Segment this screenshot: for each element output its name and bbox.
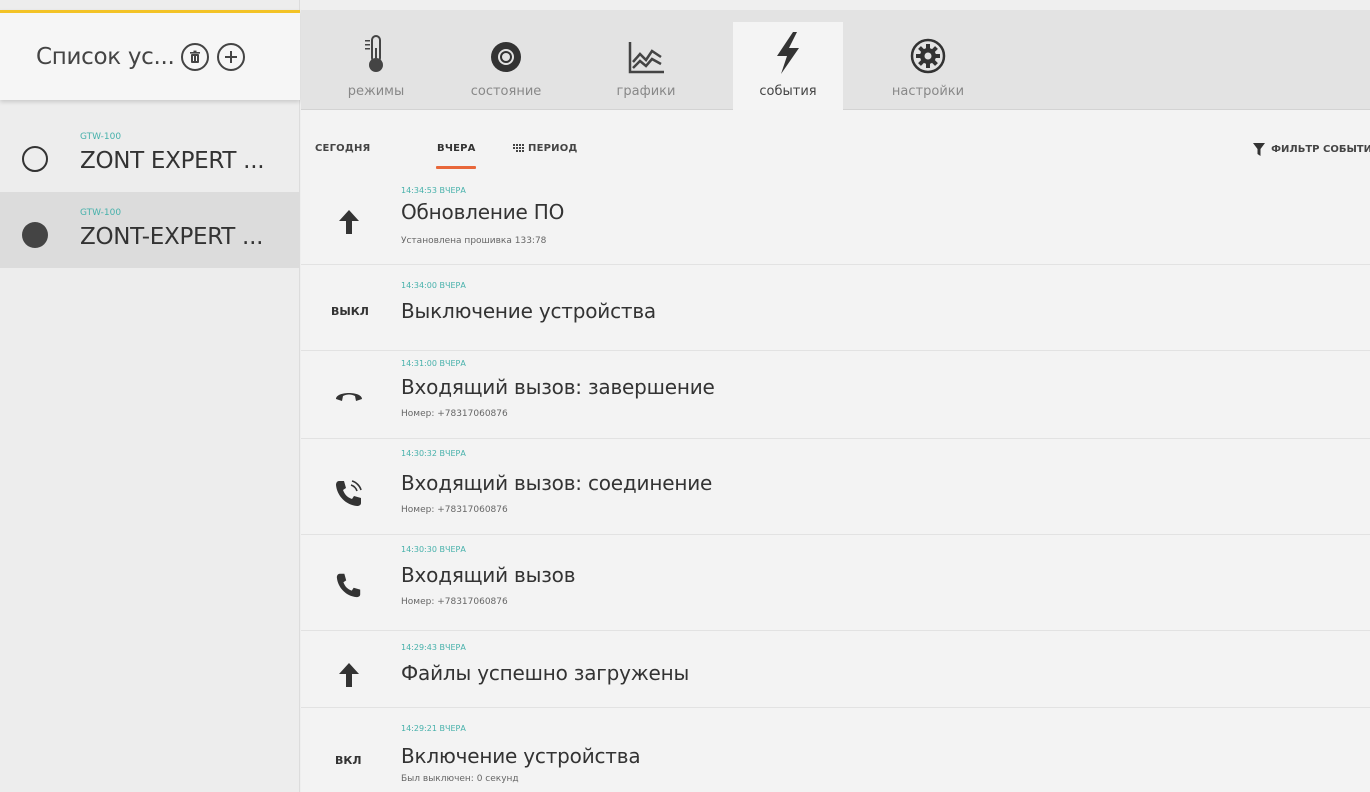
event-time: 14:29:43 ВЧЕРА [401, 643, 466, 652]
event-description: Установлена прошивка 133:78 [401, 236, 547, 246]
event-time: 14:31:00 ВЧЕРА [401, 359, 466, 368]
event-time: 14:30:30 ВЧЕРА [401, 545, 466, 554]
device-model: GTW-100 [80, 132, 122, 142]
phone-ringing-icon [336, 480, 362, 506]
event-description: Номер: +78317060876 [401, 597, 508, 607]
event-time: 14:30:32 ВЧЕРА [401, 449, 466, 458]
event-filter-button[interactable]: ФИЛЬТР СОБЫТИ [1253, 143, 1370, 156]
device-status-offline-icon [22, 146, 48, 172]
hangup-icon [336, 393, 362, 401]
event-time: 14:34:00 ВЧЕРА [401, 281, 466, 290]
event-item[interactable]: 14:29:43 ВЧЕРА Файлы успешно загружены [301, 631, 1370, 708]
event-description: Номер: +78317060876 [401, 505, 508, 515]
phone-icon [336, 573, 361, 598]
event-description: Был выключен: 0 секунд [401, 774, 519, 784]
tab-state[interactable]: состояние [451, 22, 561, 110]
event-icon: ВКЛ [335, 742, 362, 778]
delete-device-button[interactable] [180, 42, 209, 71]
power-on-text-icon: ВКЛ [335, 753, 362, 767]
device-list: GTW-100 ZONT EXPERT ... GTW-100 ZONT-EXP… [0, 116, 300, 268]
event-time: 14:29:21 ВЧЕРА [401, 724, 466, 733]
event-icon [331, 377, 367, 413]
plus-icon [224, 50, 237, 63]
add-device-button[interactable] [216, 42, 245, 71]
device-name: ZONT-EXPERT ... [80, 224, 264, 250]
device-item[interactable]: GTW-100 ZONT EXPERT ... [0, 116, 300, 192]
event-time: 14:34:53 ВЧЕРА [401, 186, 466, 195]
device-sidebar: Список ус... GTW-100 ZONT EXPERT ... GTW… [0, 0, 300, 792]
event-icon [331, 567, 367, 603]
event-title: Включение устройства [401, 744, 641, 768]
event-title: Входящий вызов: соединение [401, 471, 713, 495]
status-ring-icon [491, 42, 521, 72]
filter-today[interactable]: СЕГОДНЯ [315, 143, 370, 154]
filter-yesterday[interactable]: ВЧЕРА [437, 143, 476, 154]
event-description: Номер: +78317060876 [401, 409, 508, 419]
sidebar-header: Список ус... [0, 10, 300, 100]
event-list: 14:34:53 ВЧЕРА Обновление ПО Установлена… [301, 180, 1370, 792]
event-title: Входящий вызов [401, 563, 576, 587]
event-icon [331, 657, 367, 693]
main-tab-bar: режимы состояние графики события настрой… [301, 10, 1370, 110]
device-model: GTW-100 [80, 208, 122, 218]
power-off-text-icon: ВЫКЛ [331, 304, 369, 318]
funnel-icon [1253, 143, 1266, 156]
gear-icon [910, 38, 946, 74]
tab-modes[interactable]: режимы [321, 22, 431, 110]
thermometer-icon [365, 35, 383, 72]
arrow-up-icon [339, 663, 359, 687]
chart-icon [628, 42, 664, 74]
tab-settings[interactable]: настройки [873, 22, 983, 110]
event-item[interactable]: 14:30:32 ВЧЕРА Входящий вызов: соединени… [301, 439, 1370, 535]
event-filter-label: ФИЛЬТР СОБЫТИ [1271, 144, 1370, 155]
device-list-title: Список ус... [36, 43, 175, 70]
arrow-up-icon [339, 210, 359, 234]
tab-label: графики [616, 84, 676, 99]
app-root: Список ус... GTW-100 ZONT EXPERT ... GTW… [0, 0, 1370, 792]
date-filter-bar: СЕГОДНЯ ВЧЕРА ПЕРИОД ФИЛЬТР СОБЫТИ [301, 110, 1370, 180]
event-item[interactable]: ВКЛ 14:29:21 ВЧЕРА Включение устройства … [301, 708, 1370, 792]
event-icon [331, 204, 367, 240]
event-item[interactable]: 14:34:53 ВЧЕРА Обновление ПО Установлена… [301, 180, 1370, 265]
event-title: Выключение устройства [401, 299, 656, 323]
tab-label: события [759, 84, 817, 99]
event-icon [331, 475, 367, 511]
tab-label: настройки [891, 84, 965, 99]
event-item[interactable]: 14:31:00 ВЧЕРА Входящий вызов: завершени… [301, 351, 1370, 439]
events-panel: СЕГОДНЯ ВЧЕРА ПЕРИОД ФИЛЬТР СОБЫТИ 14:34… [301, 110, 1370, 792]
tab-charts[interactable]: графики [591, 22, 701, 110]
device-item-selected[interactable]: GTW-100 ZONT-EXPERT ... [0, 192, 300, 268]
device-status-online-icon [22, 222, 48, 248]
tab-events[interactable]: события [733, 22, 843, 110]
event-item[interactable]: ВЫКЛ 14:34:00 ВЧЕРА Выключение устройств… [301, 265, 1370, 351]
event-title: Файлы успешно загружены [401, 661, 690, 685]
trash-icon [189, 50, 200, 63]
active-filter-underline [436, 166, 476, 169]
filter-period-label: ПЕРИОД [528, 143, 578, 154]
grid-icon [513, 144, 524, 152]
event-icon: ВЫКЛ [331, 293, 369, 329]
device-name: ZONT EXPERT ... [80, 148, 265, 174]
event-title: Обновление ПО [401, 200, 565, 224]
tab-label: состояние [470, 84, 542, 99]
tab-label: режимы [347, 84, 405, 99]
lightning-icon [777, 32, 799, 74]
event-title: Входящий вызов: завершение [401, 375, 715, 399]
filter-period[interactable]: ПЕРИОД [513, 143, 578, 154]
event-item[interactable]: 14:30:30 ВЧЕРА Входящий вызов Номер: +78… [301, 535, 1370, 631]
